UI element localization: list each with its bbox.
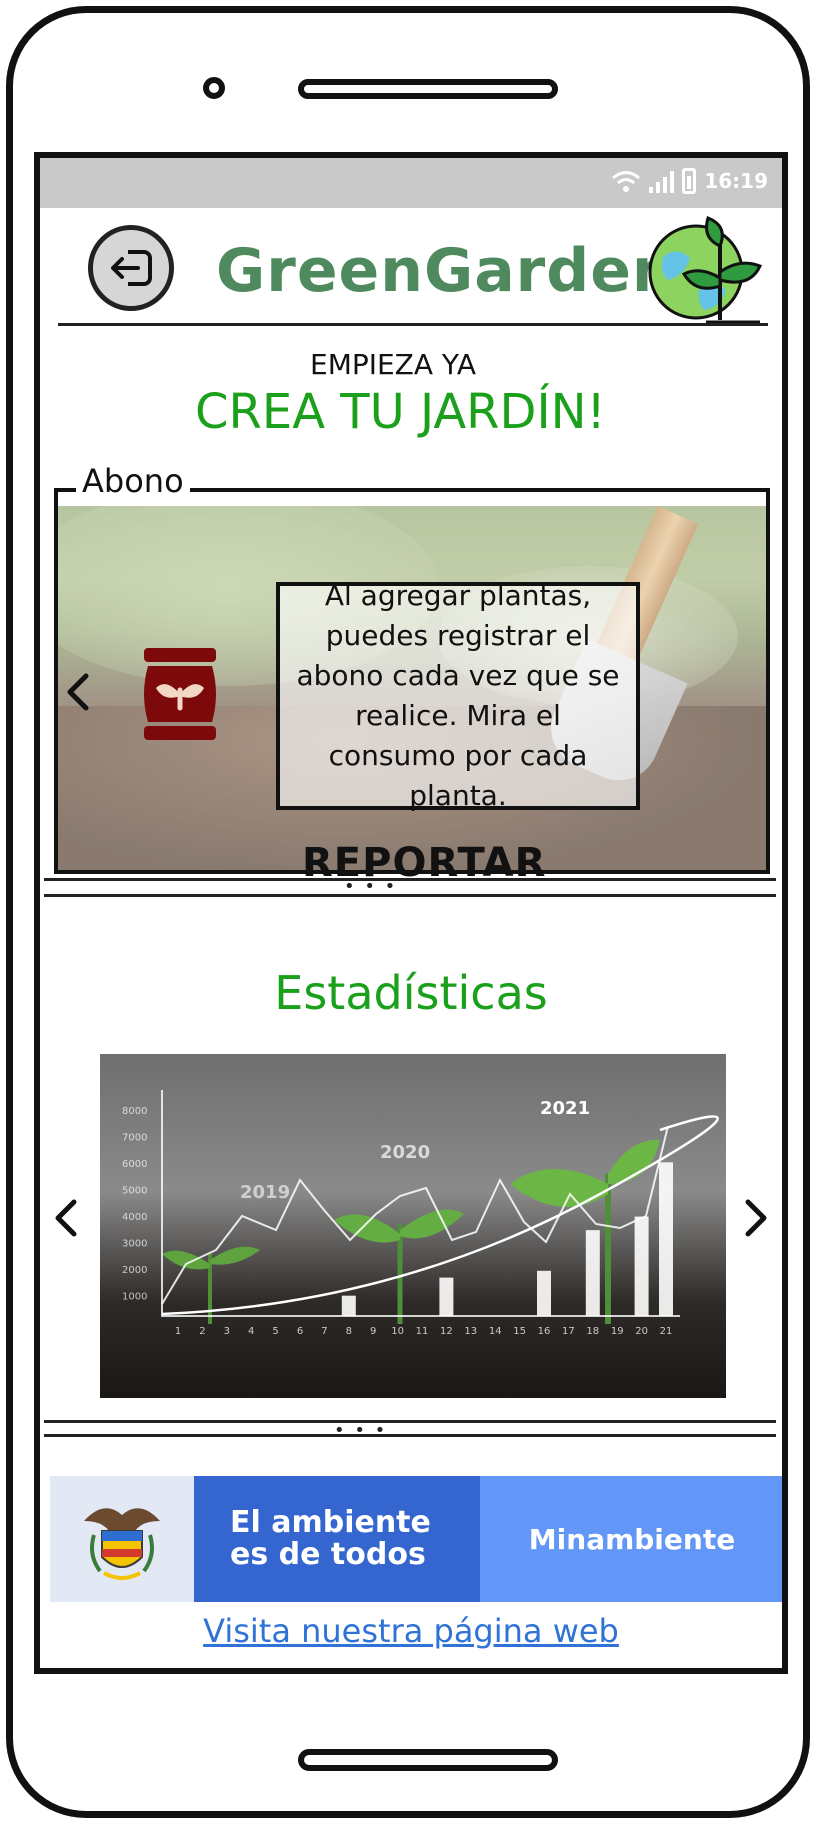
header-divider — [58, 323, 768, 326]
chart-x-tick-label: 11 — [416, 1326, 429, 1337]
status-bar: 16:19 — [40, 158, 782, 208]
chart-x-axis-ticks: 1 2 3 4 5 6 7 8 9 10 11 12 13 14 15 16 17 18 19 20 21 — [175, 1326, 673, 1337]
gov-ministry: Minambiente — [480, 1476, 782, 1602]
section-divider-top-2 — [44, 1420, 776, 1423]
gov-slogan: El ambiente es de todos — [194, 1476, 480, 1602]
website-link[interactable]: Visita nuestra página web — [40, 1612, 782, 1650]
front-camera — [203, 77, 225, 99]
fertilizer-bag-icon — [144, 648, 216, 740]
chart-x-tick-label: 7 — [321, 1326, 327, 1337]
chart-x-tick-label: 2 — [199, 1326, 205, 1337]
chart-x-tick-label: 21 — [660, 1326, 673, 1337]
chart-x-tick-label: 10 — [391, 1326, 404, 1337]
chart-year-label-2019: 2019 — [240, 1182, 290, 1203]
chart-x-tick-label: 4 — [248, 1326, 254, 1337]
stats-chart-image: 8000 7000 6000 5000 4000 3000 2000 1000 1234567… — [100, 1054, 726, 1398]
stats-title: Estadísticas — [274, 966, 548, 1020]
stats-carousel-prev-button[interactable] — [52, 1196, 82, 1240]
logout-button[interactable] — [88, 225, 174, 311]
chart-x-tick-label: 3 — [224, 1326, 230, 1337]
earth-plant-logo-icon — [648, 216, 763, 324]
chart-y-tick-label: 8000 — [122, 1106, 147, 1117]
chart-x-tick-label: 12 — [440, 1326, 453, 1337]
chart-x-tick-label: 1 — [175, 1326, 181, 1337]
coat-of-arms-icon — [84, 1508, 160, 1580]
chart-x-tick-label: 8 — [346, 1326, 352, 1337]
chart-axis — [161, 1090, 680, 1317]
app-header: GreenGarden — [40, 208, 782, 328]
abono-info-box: Al agregar plantas, puedes registrar el … — [276, 579, 640, 812]
status-time: 16:19 — [704, 169, 768, 193]
chart-x-tick-label: 20 — [635, 1326, 648, 1337]
ministry-name: Minambiente — [528, 1522, 736, 1556]
chart-x-tick-label: 16 — [538, 1326, 551, 1337]
chart-x-tick-label: 17 — [562, 1326, 575, 1337]
abono-carousel-prev-button[interactable] — [64, 672, 94, 712]
chart-x-tick-label: 18 — [586, 1326, 599, 1337]
home-button[interactable] — [298, 1749, 558, 1771]
app-screen: 16:19 GreenGarden EMPIEZA YA CREA TU JAR… — [34, 152, 788, 1674]
intro-headline: CREA TU JARDÍN! — [195, 384, 606, 440]
stats-carousel-next-button[interactable] — [740, 1196, 770, 1240]
wifi-icon — [612, 171, 641, 192]
chart-x-tick-label: 5 — [272, 1326, 278, 1337]
chart-x-tick-label: 15 — [513, 1326, 526, 1337]
chart-bar — [537, 1270, 551, 1316]
gov-slogan-line1: El ambiente — [230, 1505, 431, 1540]
section-divider-top — [44, 878, 776, 881]
chart-x-tick-label: 13 — [464, 1326, 477, 1337]
chart-y-tick-label: 6000 — [122, 1159, 147, 1170]
section-drag-handle-2[interactable]: • • • — [334, 1420, 387, 1441]
chart-y-tick-label: 3000 — [122, 1239, 147, 1250]
chart-bar — [439, 1277, 454, 1316]
section-divider-bottom-2 — [44, 1434, 776, 1437]
chart-bar — [659, 1162, 673, 1316]
section-divider-bottom — [44, 894, 776, 897]
app-title: GreenGarden — [216, 236, 676, 306]
chart-y-tick-label: 5000 — [122, 1186, 147, 1197]
chart-year-label-2021: 2021 — [540, 1098, 590, 1119]
gov-slogan-line2: es de todos — [230, 1537, 426, 1572]
chart-x-tick-label: 6 — [297, 1326, 303, 1337]
battery-icon — [682, 168, 697, 194]
signal-icon — [649, 169, 675, 193]
chart-x-tick-label: 19 — [611, 1326, 624, 1337]
chart-plant-decoration — [162, 1139, 660, 1324]
government-banner[interactable]: El ambiente es de todos Minambiente — [50, 1476, 782, 1602]
chart-x-tick-label: 9 — [370, 1326, 376, 1337]
abono-description: Al agregar plantas, puedes registrar el … — [296, 579, 620, 812]
chart-y-tick-label: 4000 — [122, 1212, 147, 1223]
chart-y-tick-label: 1000 — [122, 1292, 147, 1303]
chart-y-tick-label: 2000 — [122, 1265, 147, 1276]
chart-y-axis-ticks: 8000 7000 6000 5000 4000 3000 2000 1000 — [122, 1106, 147, 1303]
abono-legend: Abono — [76, 462, 190, 500]
coat-of-arms-logo — [50, 1476, 194, 1602]
logout-icon — [111, 250, 152, 286]
earpiece-speaker — [298, 79, 558, 99]
chart-bar — [585, 1230, 600, 1316]
chart-bar — [341, 1295, 356, 1316]
chart-bar — [634, 1216, 649, 1316]
chart-y-tick-label: 7000 — [122, 1133, 147, 1144]
chart-year-label-2020: 2020 — [380, 1142, 430, 1163]
chart-x-tick-label: 14 — [489, 1326, 502, 1337]
intro-subtitle: EMPIEZA YA — [310, 348, 477, 381]
